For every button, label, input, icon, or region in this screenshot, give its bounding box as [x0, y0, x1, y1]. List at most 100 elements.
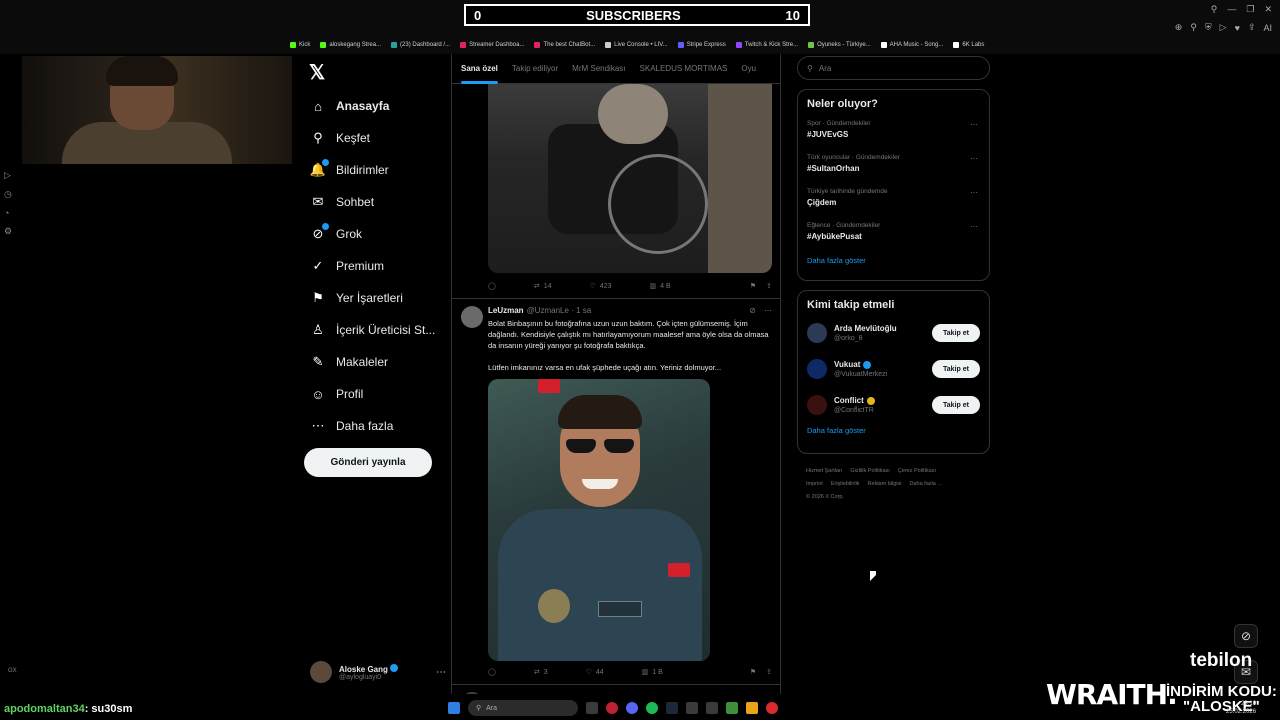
views-button[interactable]: ▥ 4 B — [649, 282, 670, 291]
timeline-tab[interactable]: SKALEDUS MORTIMAS — [640, 54, 728, 84]
trend-item[interactable]: Spor · Gündemdekiler #JUVEvGS ⋯ — [807, 120, 980, 154]
nav-item-3[interactable]: ✉ Sohbet — [310, 186, 435, 218]
play-icon[interactable]: ▷ — [4, 170, 12, 181]
play-icon[interactable]: ▷ — [1220, 22, 1227, 33]
show-more-link[interactable]: Daha fazla göster — [807, 256, 980, 265]
footer-link[interactable]: Imprint — [806, 481, 823, 487]
footer-link[interactable]: Reklam bilgisi — [868, 481, 902, 487]
bookmark-item[interactable]: Stripe Express — [677, 42, 726, 48]
heart-icon[interactable]: ♥ — [1235, 23, 1240, 33]
footer-link[interactable]: Daha fazla ... — [909, 481, 941, 487]
nav-item-5[interactable]: ✓ Premium — [310, 250, 435, 282]
follow-button[interactable]: Takip et — [932, 324, 980, 342]
opera-icon[interactable] — [606, 702, 618, 714]
minimize-icon[interactable]: — — [1227, 4, 1236, 15]
maximize-icon[interactable]: ❐ — [1246, 4, 1254, 15]
account-switcher[interactable]: Aloske Gang @aylogluayi0 ⋯ — [310, 656, 446, 688]
search-input[interactable]: ⚲ Ara — [797, 56, 990, 80]
more-icon[interactable]: ⋯ — [436, 667, 446, 678]
timeline-tab[interactable]: Takip ediliyor — [512, 54, 558, 84]
bookmark-item[interactable]: aloskegang Strea... — [320, 42, 381, 48]
zoom-icon[interactable]: ⊕ — [1175, 22, 1183, 33]
tweet-author[interactable]: LeUzman — [488, 306, 524, 315]
follow-button[interactable]: Takip et — [932, 360, 980, 378]
follow-button[interactable]: Takip et — [932, 396, 980, 414]
timeline-tab[interactable]: Sana özel — [461, 54, 498, 84]
xbox-icon[interactable] — [726, 702, 738, 714]
windows-start-icon[interactable] — [448, 702, 460, 714]
bookmark-item[interactable]: Streamer Dashboa... — [460, 42, 524, 48]
pin-icon[interactable]: ⚲ — [1190, 22, 1197, 33]
footer-link[interactable]: Gizlilik Politikası — [850, 468, 889, 474]
grok-icon[interactable]: ⊘ — [1234, 624, 1258, 648]
more-icon[interactable]: ⋯ — [970, 120, 978, 129]
bookmark-item[interactable]: Oyuneks - Türkiye... — [808, 42, 871, 48]
app-icon[interactable] — [706, 702, 718, 714]
taskbar-search[interactable]: ⚲ Ara — [468, 700, 578, 716]
nav-item-7[interactable]: ♙ İçerik Üreticisi St... — [310, 314, 435, 346]
follow-suggestion[interactable]: Vukuat @VukuatMerkezi Takip et — [807, 351, 980, 387]
chat-icon[interactable]: ◔ — [4, 208, 12, 218]
trend-item[interactable]: Türkiye tarihinde gündemde Çiğdem ⋯ — [807, 188, 980, 222]
epic-icon[interactable] — [686, 702, 698, 714]
retweet-button[interactable]: ⇄ 3 — [534, 668, 548, 677]
more-icon[interactable]: ⋯ — [764, 306, 772, 315]
bookmark-item[interactable]: Kick — [290, 42, 310, 48]
show-more-link[interactable]: Daha fazla göster — [807, 426, 980, 435]
avatar[interactable] — [461, 306, 483, 328]
nav-item-1[interactable]: ⚲ Keşfet — [310, 122, 435, 154]
trend-item[interactable]: Eğlence · Gündemdekiler #AybükePusat ⋯ — [807, 222, 980, 256]
shield-icon[interactable]: ⛨ — [1205, 22, 1212, 33]
folder-icon[interactable] — [746, 702, 758, 714]
more-icon[interactable]: ⋯ — [970, 154, 978, 163]
steam-icon[interactable] — [666, 702, 678, 714]
reply-button[interactable]: ◯ — [488, 668, 496, 676]
avatar[interactable] — [461, 692, 483, 694]
nav-item-10[interactable]: ⋯ Daha fazla — [310, 410, 435, 442]
share-icon[interactable]: ⇪ — [766, 282, 772, 290]
more-icon[interactable]: ⋯ — [970, 222, 978, 231]
share-icon[interactable]: ⇪ — [1248, 22, 1256, 33]
trend-item[interactable]: Türk oyuncular · Gündemdekiler #SultanOrh… — [807, 154, 980, 188]
more-icon[interactable]: ⋯ — [970, 188, 978, 197]
reply-button[interactable]: ◯ — [488, 282, 496, 290]
bookmark-icon[interactable]: ⚑ — [750, 282, 756, 290]
tweet-image[interactable] — [488, 379, 710, 661]
bookmark-item[interactable]: Live Console • LIV... — [605, 42, 668, 48]
nav-item-9[interactable]: ☺ Profil — [310, 378, 435, 410]
nav-item-8[interactable]: ✎ Makaleler — [310, 346, 435, 378]
spotify-icon[interactable] — [646, 702, 658, 714]
history-icon[interactable]: ◷ — [4, 189, 12, 200]
post-button[interactable]: Gönderi yayınla — [304, 448, 432, 477]
discord-icon[interactable] — [626, 702, 638, 714]
follow-suggestion[interactable]: Arda Mevlütoğlu @orko_8 Takip et — [807, 315, 980, 351]
timeline-tab[interactable]: Oyu — [741, 54, 756, 84]
close-icon[interactable]: ✕ — [1264, 4, 1272, 15]
footer-link[interactable]: Erişilebilirlik — [831, 481, 860, 487]
bookmark-icon[interactable]: ⚑ — [750, 668, 756, 676]
nav-item-4[interactable]: ⊘ Grok — [310, 218, 435, 250]
settings-icon[interactable]: ⚙ — [4, 226, 12, 237]
bookmark-item[interactable]: 6K Labs — [953, 42, 984, 48]
x-logo[interactable]: 𝕏 — [309, 60, 325, 85]
ai-button[interactable]: AI — [1263, 23, 1272, 33]
footer-link[interactable]: Hizmet Şartları — [806, 468, 842, 474]
views-button[interactable]: ▥ 1 B — [642, 668, 663, 677]
share-icon[interactable]: ⇪ — [766, 668, 772, 676]
bookmark-item[interactable]: AHA Music - Song... — [880, 42, 943, 48]
grok-icon[interactable]: ⊘ — [749, 306, 756, 315]
like-button[interactable]: ♡ 44 — [586, 668, 604, 677]
retweet-button[interactable]: ⇄ 14 — [534, 282, 552, 291]
tweet-image[interactable] — [488, 84, 772, 273]
nav-item-0[interactable]: ⌂ Anasayfa — [310, 90, 435, 122]
tweet-handle[interactable]: @UzmanLe · 1 sa — [527, 306, 592, 315]
bookmark-item[interactable]: Twitch & Kick Stre... — [735, 42, 798, 48]
nav-item-6[interactable]: ⚑ Yer İşaretleri — [310, 282, 435, 314]
like-button[interactable]: ♡ 423 — [590, 282, 612, 291]
bookmark-item[interactable]: (23) Dashboard /... — [391, 42, 450, 48]
app-icon[interactable] — [766, 702, 778, 714]
footer-link[interactable]: Çerez Politikası — [898, 468, 936, 474]
bookmark-item[interactable]: The best ChatBot... — [534, 42, 595, 48]
follow-suggestion[interactable]: Conflict @ConflictTR Takip et — [807, 387, 980, 423]
task-view-icon[interactable] — [586, 702, 598, 714]
